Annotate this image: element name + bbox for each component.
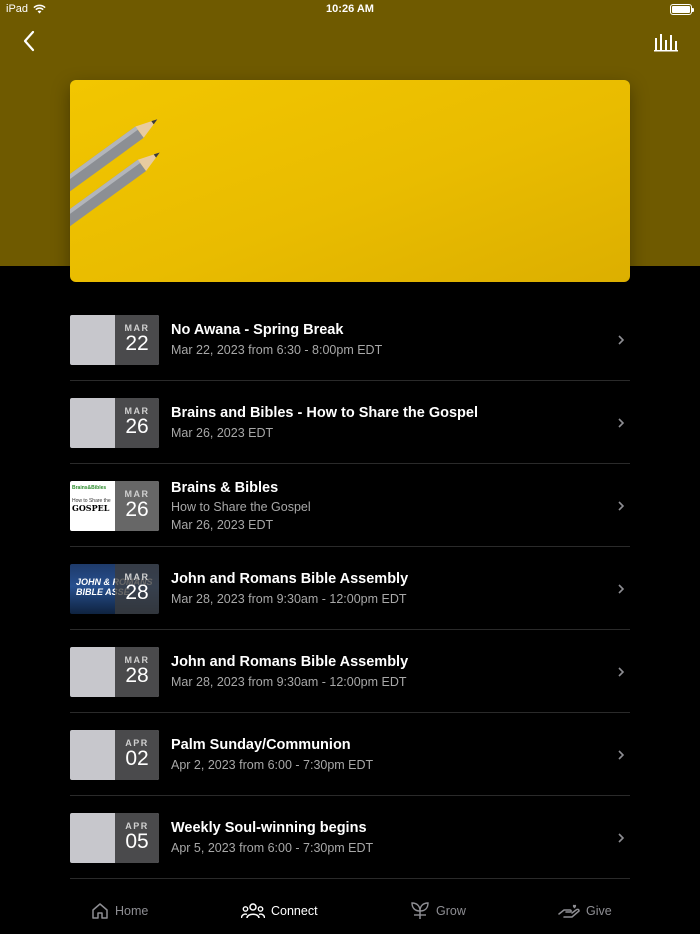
event-datetime: Apr 2, 2023 from 6:00 - 7:30pm EDT bbox=[171, 758, 374, 772]
date-day: 28 bbox=[125, 664, 149, 687]
event-thumbnail: APR 05 bbox=[70, 813, 159, 863]
pencils-illustration bbox=[70, 119, 160, 240]
chevron-right-icon bbox=[618, 584, 625, 594]
tab-bar: Home Connect Grow Give bbox=[0, 890, 700, 934]
people-icon bbox=[241, 903, 265, 919]
thumb-big-text: GOSPEL bbox=[72, 503, 110, 513]
event-title: Brains and Bibles - How to Share the Gos… bbox=[171, 405, 478, 421]
sprout-icon bbox=[411, 902, 429, 919]
event-list: MAR 22 No Awana - Spring Break Mar 22, 2… bbox=[70, 298, 630, 879]
event-row[interactable]: APR 05 Weekly Soul-winning begins Apr 5,… bbox=[70, 796, 630, 879]
date-badge: MAR 28 bbox=[115, 564, 159, 614]
hero-image bbox=[70, 80, 630, 282]
status-time: 10:26 AM bbox=[326, 3, 374, 15]
tab-label: Give bbox=[586, 904, 612, 918]
event-thumbnail: MAR 26 bbox=[70, 398, 159, 448]
event-datetime: Apr 5, 2023 from 6:00 - 7:30pm EDT bbox=[171, 841, 374, 855]
event-row[interactable]: MAR 26 Brains and Bibles - How to Share … bbox=[70, 381, 630, 464]
thumb-logo: Brains&Bibles bbox=[72, 485, 107, 491]
event-thumbnail: Brains&Bibles How to Share the GOSPEL MA… bbox=[70, 481, 159, 531]
event-title: John and Romans Bible Assembly bbox=[171, 571, 409, 587]
date-badge: MAR 26 bbox=[115, 481, 159, 531]
event-title: Weekly Soul-winning begins bbox=[171, 820, 367, 836]
date-day: 28 bbox=[125, 581, 149, 604]
event-datetime: Mar 28, 2023 from 9:30am - 12:00pm EDT bbox=[171, 592, 407, 606]
chevron-right-icon bbox=[618, 667, 625, 677]
date-day: 26 bbox=[125, 498, 149, 521]
chevron-right-icon bbox=[618, 501, 625, 511]
tab-label: Connect bbox=[271, 904, 318, 918]
event-row[interactable]: Brains&Bibles How to Share the GOSPEL MA… bbox=[70, 464, 630, 547]
date-day: 02 bbox=[125, 747, 149, 770]
status-bar: iPad 10:26 AM bbox=[0, 0, 700, 20]
back-button[interactable] bbox=[18, 28, 42, 54]
brains-bibles-artwork: Brains&Bibles How to Share the GOSPEL bbox=[72, 485, 120, 512]
battery-icon bbox=[670, 4, 694, 15]
date-day: 22 bbox=[125, 332, 149, 355]
event-thumbnail: MAR 28 bbox=[70, 647, 159, 697]
event-subtitle: How to Share the Gospel bbox=[171, 500, 311, 514]
date-badge: MAR 28 bbox=[115, 647, 159, 697]
date-day: 05 bbox=[125, 830, 149, 853]
date-badge: MAR 22 bbox=[115, 315, 159, 365]
home-icon bbox=[92, 903, 108, 919]
event-datetime: Mar 22, 2023 from 6:30 - 8:00pm EDT bbox=[171, 343, 383, 357]
chevron-right-icon bbox=[618, 418, 625, 428]
event-title: No Awana - Spring Break bbox=[171, 322, 344, 338]
tab-grow[interactable]: Grow bbox=[410, 902, 466, 920]
tab-give[interactable]: Give bbox=[558, 902, 612, 920]
chevron-right-icon bbox=[618, 750, 625, 760]
event-thumbnail: APR 02 bbox=[70, 730, 159, 780]
event-row[interactable]: JOHN & ROMANS BIBLE ASSE MAR 28 John and… bbox=[70, 547, 630, 630]
chevron-right-icon bbox=[618, 335, 625, 345]
bars-chart-icon[interactable] bbox=[654, 32, 678, 52]
event-title: Brains & Bibles bbox=[171, 480, 279, 496]
event-title: John and Romans Bible Assembly bbox=[171, 654, 409, 670]
date-day: 26 bbox=[125, 415, 149, 438]
tab-home[interactable]: Home bbox=[91, 902, 148, 920]
event-row[interactable]: MAR 28 John and Romans Bible Assembly Ma… bbox=[70, 630, 630, 713]
event-thumbnail: MAR 22 bbox=[70, 315, 159, 365]
date-badge: APR 05 bbox=[115, 813, 159, 863]
tab-label: Home bbox=[115, 904, 149, 918]
event-thumbnail: JOHN & ROMANS BIBLE ASSE MAR 28 bbox=[70, 564, 159, 614]
event-datetime: Mar 26, 2023 EDT bbox=[171, 518, 274, 532]
chevron-right-icon bbox=[618, 833, 625, 843]
event-row[interactable]: MAR 22 No Awana - Spring Break Mar 22, 2… bbox=[70, 298, 630, 381]
event-row[interactable]: APR 02 Palm Sunday/Communion Apr 2, 2023… bbox=[70, 713, 630, 796]
tab-label: Grow bbox=[436, 904, 466, 918]
date-badge: APR 02 bbox=[115, 730, 159, 780]
event-datetime: Mar 28, 2023 from 9:30am - 12:00pm EDT bbox=[171, 675, 407, 689]
event-datetime: Mar 26, 2023 EDT bbox=[171, 426, 274, 440]
hand-heart-icon bbox=[558, 904, 580, 918]
event-title: Palm Sunday/Communion bbox=[171, 737, 351, 753]
date-badge: MAR 26 bbox=[115, 398, 159, 448]
tab-connect[interactable]: Connect bbox=[241, 902, 318, 920]
